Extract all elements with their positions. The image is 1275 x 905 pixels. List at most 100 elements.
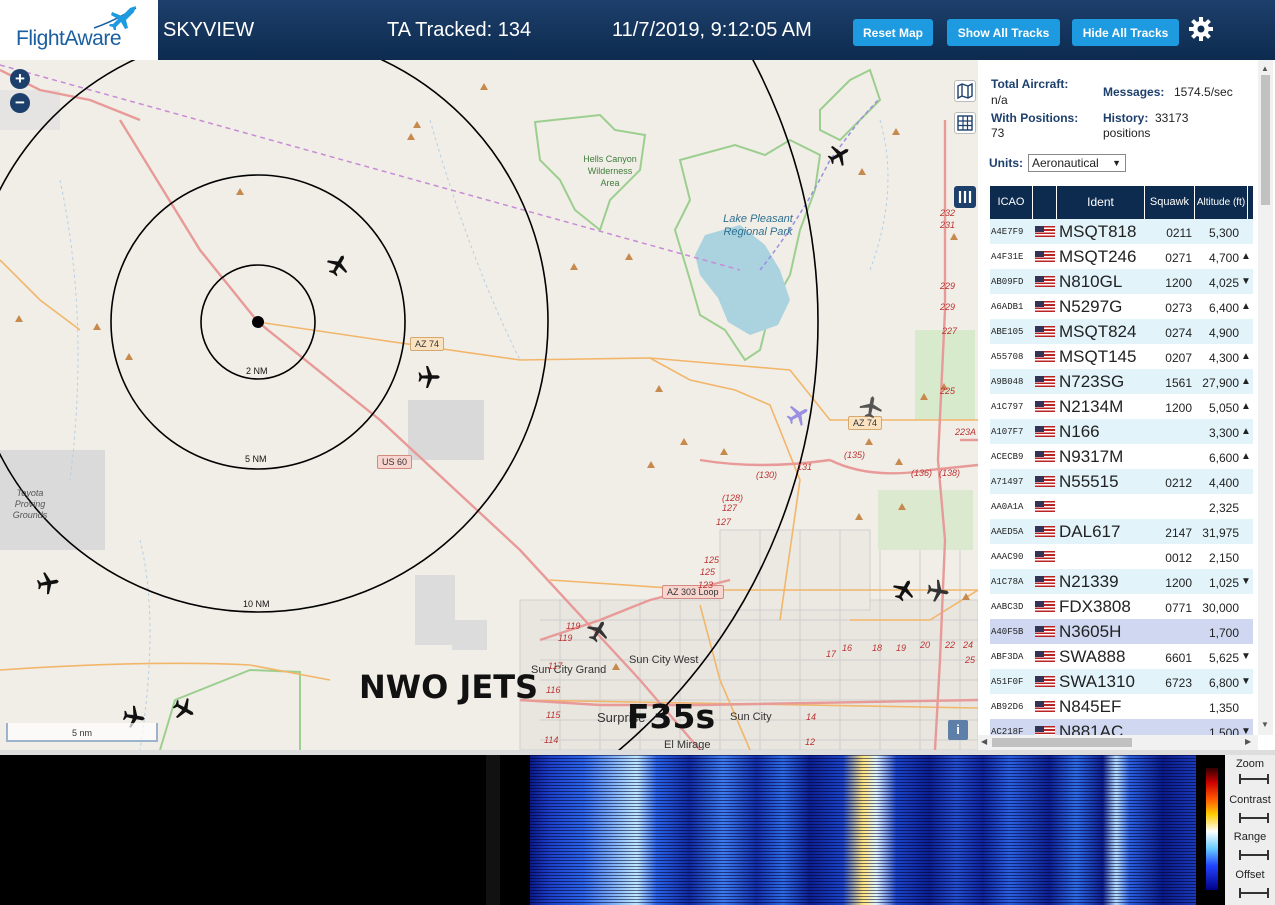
row-altitude: 3,300	[1208, 426, 1239, 440]
route-number: 20	[920, 640, 931, 650]
row-squawk: 1200	[1165, 276, 1192, 290]
scrollbar-thumb-horizontal[interactable]	[992, 738, 1132, 747]
column-header-icao[interactable]: ICAO	[990, 186, 1033, 219]
info-button[interactable]: i	[948, 720, 968, 740]
route-number: 125	[700, 567, 716, 577]
table-row[interactable]: AA0A1A 2,325	[990, 494, 1253, 519]
row-altitude: 4,700	[1208, 251, 1239, 265]
reset-map-button[interactable]: Reset Map	[853, 19, 933, 46]
route-number: 123	[698, 580, 714, 590]
zoom-out-button[interactable]: −	[10, 93, 30, 113]
scrollbar-down-arrow[interactable]: ▼	[1261, 720, 1269, 729]
column-header-ident[interactable]: Ident	[1057, 186, 1145, 219]
table-row[interactable]: AB92D6 N845EF 1,350	[990, 694, 1253, 719]
spectrum-splitter[interactable]	[486, 755, 500, 905]
row-ident: FDX3808	[1059, 597, 1131, 616]
table-row[interactable]: A6ADB1 N5297G 0273 6,400 ▲	[990, 294, 1253, 319]
route-number: (138)	[939, 468, 961, 478]
offset-label: Offset	[1235, 869, 1265, 881]
us-flag-icon	[1035, 701, 1055, 712]
row-altitude: 30,000	[1202, 601, 1239, 615]
row-altitude-trend: ▼	[1241, 276, 1251, 287]
place-label-sun-city-grand: Sun City Grand	[531, 664, 607, 676]
gear-icon[interactable]	[1188, 16, 1214, 42]
units-select-value: Aeronautical	[1032, 156, 1099, 170]
row-altitude-trend: ▼	[1241, 576, 1251, 587]
total-aircraft-value: n/a	[991, 93, 1008, 107]
row-squawk: 2147	[1165, 526, 1192, 540]
row-ident: MSQT145	[1059, 347, 1137, 366]
zoom-in-button[interactable]: +	[10, 69, 30, 89]
row-icao: A9B048	[991, 377, 1024, 387]
route-number: 12	[805, 737, 816, 747]
row-altitude: 5,050	[1208, 401, 1239, 415]
table-row[interactable]: A51F0F SWA1310 6723 6,800 ▼	[990, 669, 1253, 694]
table-row[interactable]: A1C78A N21339 1200 1,025 ▼	[990, 569, 1253, 594]
us-flag-icon	[1035, 301, 1055, 312]
zoom-slider[interactable]	[1239, 774, 1269, 784]
row-altitude-trend: ▲	[1241, 401, 1251, 412]
us-flag-icon	[1035, 626, 1055, 637]
scrollbar-thumb[interactable]	[1261, 75, 1270, 205]
map-view[interactable]: + − 2 NM 5 NM 10 NM AZ 74 US 60 AZ 74 AZ…	[0, 60, 978, 750]
table-scrollbar-vertical[interactable]: ▲ ▼	[1258, 60, 1273, 735]
table-row[interactable]: A107F7 N166 3,300 ▲	[990, 419, 1253, 444]
table-row[interactable]: ACECB9 N9317M 6,600 ▲	[990, 444, 1253, 469]
route-number: 131	[797, 462, 813, 472]
table-row[interactable]: AAED5A DAL617 2147 31,975	[990, 519, 1253, 544]
column-header-flag[interactable]	[1033, 186, 1057, 219]
with-positions-value: 73	[991, 126, 1005, 140]
table-row[interactable]: A1C797 N2134M 1200 5,050 ▲	[990, 394, 1253, 419]
table-row[interactable]: A4F31E MSQT246 0271 4,700 ▲	[990, 244, 1253, 269]
us-flag-icon	[1035, 601, 1055, 612]
route-number: 14	[806, 712, 817, 722]
range-slider[interactable]	[1239, 850, 1269, 860]
table-row[interactable]: A40F5B N3605H 1,700	[990, 619, 1253, 644]
scrollbar-up-arrow[interactable]: ▲	[1261, 64, 1269, 73]
scrollbar-right-arrow[interactable]: ▶	[1245, 737, 1251, 746]
row-ident: MSQT818	[1059, 222, 1137, 241]
table-row[interactable]: ABE105 MSQT824 0274 4,900	[990, 319, 1253, 344]
column-header-altitude[interactable]: Altitude (ft)	[1195, 186, 1248, 219]
row-ident: DAL617	[1059, 522, 1121, 541]
row-ident: MSQT824	[1059, 322, 1137, 341]
flightaware-logo[interactable]: FlightAware	[0, 0, 158, 60]
map-icon	[957, 82, 973, 100]
table-row[interactable]: AAAC90 0012 2,150	[990, 544, 1253, 569]
hide-all-tracks-button[interactable]: Hide All Tracks	[1072, 19, 1179, 46]
grid-overlay-button[interactable]	[954, 112, 976, 134]
row-icao: A4E7F9	[991, 227, 1024, 237]
row-ident: N55515	[1059, 472, 1119, 491]
scrollbar-left-arrow[interactable]: ◀	[981, 737, 987, 746]
table-row[interactable]: ABF3DA SWA888 6601 5,625 ▼	[990, 644, 1253, 669]
table-row[interactable]: AB09FD N810GL 1200 4,025 ▼	[990, 269, 1253, 294]
map-layer-button[interactable]	[954, 80, 976, 102]
column-header-squawk[interactable]: Squawk	[1145, 186, 1195, 219]
table-row[interactable]: AABC3D FDX3808 0771 30,000	[990, 594, 1253, 619]
row-icao: A107F7	[991, 427, 1024, 437]
units-select[interactable]: Aeronautical ▼	[1028, 154, 1126, 172]
table-row[interactable]: A55708 MSQT145 0207 4,300 ▲	[990, 344, 1253, 369]
table-scrollbar-horizontal[interactable]: ◀ ▶	[978, 735, 1258, 750]
row-icao: AAAC90	[991, 552, 1024, 562]
row-altitude-trend: ▼	[1241, 651, 1251, 662]
route-number: 225	[940, 386, 956, 396]
offset-slider[interactable]	[1239, 888, 1269, 898]
column-toggle-button[interactable]	[954, 186, 976, 208]
route-number: 119	[566, 621, 581, 631]
row-icao: A55708	[991, 352, 1024, 362]
show-all-tracks-button[interactable]: Show All Tracks	[947, 19, 1060, 46]
row-altitude: 6,400	[1208, 301, 1239, 315]
row-altitude: 4,400	[1208, 476, 1239, 490]
row-altitude: 27,900	[1202, 376, 1239, 390]
aircraft-sidebar: Total Aircraft: n/a With Positions: 73 M…	[978, 60, 1275, 750]
table-row[interactable]: A71497 N55515 0212 4,400	[990, 469, 1253, 494]
top-bar: FlightAware SKYVIEW TA Tracked: 134 11/7…	[0, 0, 1275, 60]
contrast-slider[interactable]	[1239, 813, 1269, 823]
us-flag-icon	[1035, 251, 1055, 262]
columns-icon	[958, 191, 972, 203]
table-row[interactable]: A4E7F9 MSQT818 0211 5,300	[990, 219, 1253, 244]
row-ident: N3605H	[1059, 622, 1122, 641]
row-squawk: 0273	[1165, 301, 1192, 315]
table-row[interactable]: A9B048 N723SG 1561 27,900 ▲	[990, 369, 1253, 394]
